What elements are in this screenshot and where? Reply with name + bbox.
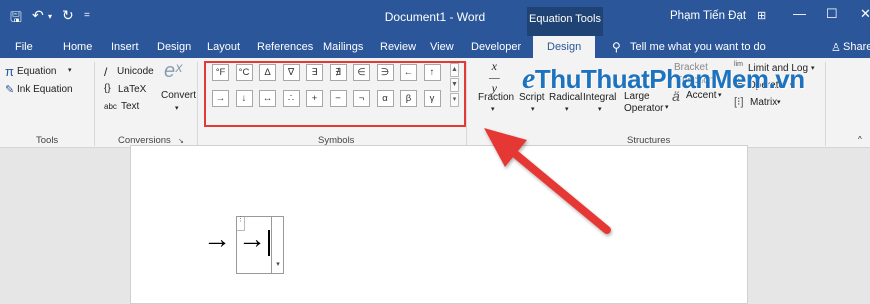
pointer-arrow-shaft: [504, 144, 611, 234]
pointer-arrow: [484, 128, 611, 234]
